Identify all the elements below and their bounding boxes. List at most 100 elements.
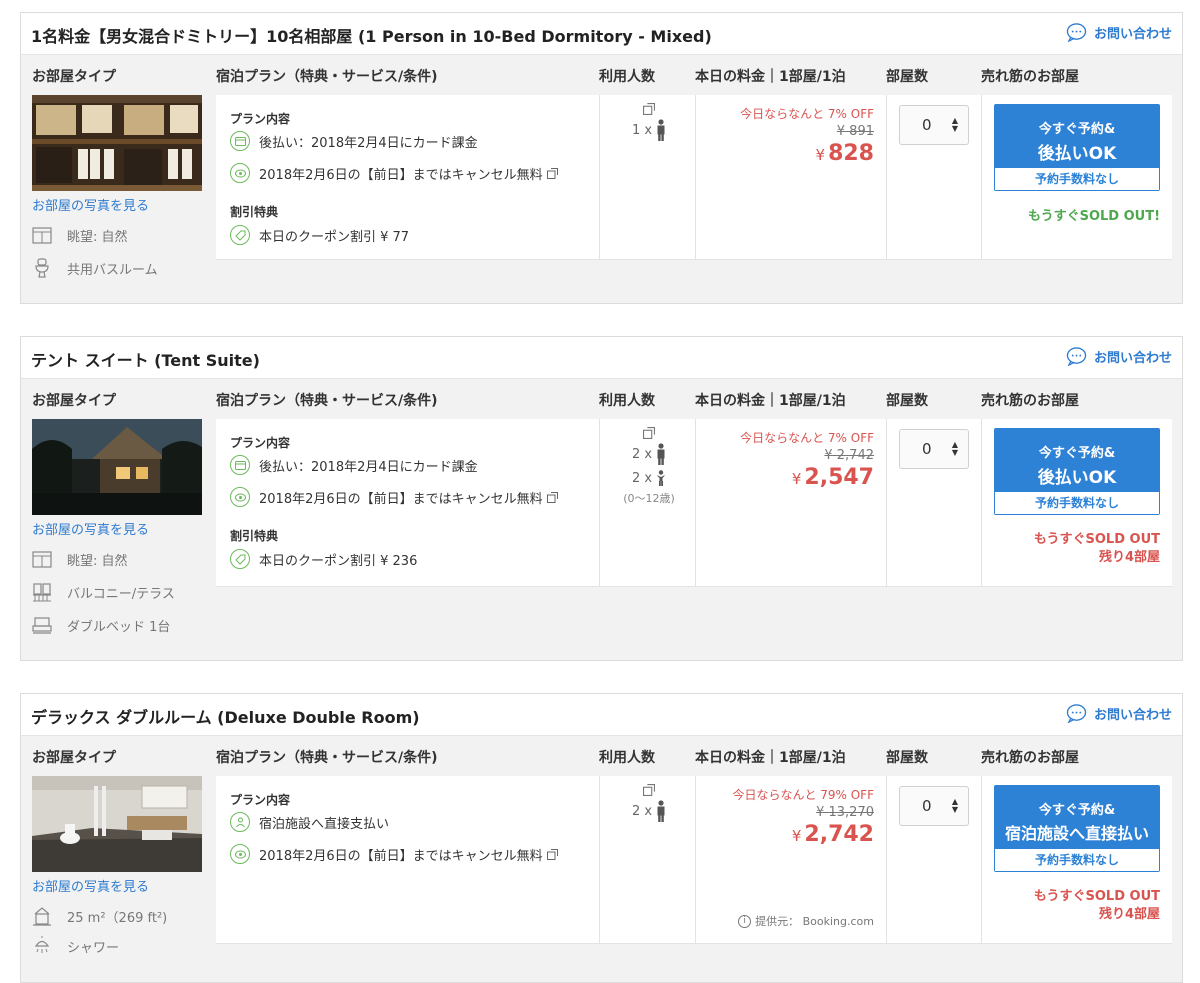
area-icon — [33, 907, 51, 926]
price-cell: 今日ならなんと 7% OFF ¥ 891 ¥828 — [698, 105, 889, 166]
rooms-left: 残り4部屋 — [1098, 550, 1160, 565]
room-title: デラックス ダブルルーム (Deluxe Double Room) — [31, 708, 420, 727]
current-price: ¥2,547 — [791, 465, 874, 490]
external-link-icon[interactable] — [546, 167, 558, 179]
child-person-icon — [657, 470, 666, 486]
discount-heading: 割引特典 — [230, 205, 279, 219]
discount-text: 今日ならなんと 7% OFF — [740, 107, 874, 121]
contact-label: お問い合わせ — [1093, 351, 1172, 366]
book-now-button[interactable]: 今すぐ予約& 後払いOK 予約手数料なし — [994, 428, 1160, 515]
book-now-button[interactable]: 今すぐ予約& 宿泊施設へ直接払い 予約手数料なし — [994, 785, 1160, 872]
contact-link[interactable]: お問い合わせ — [1066, 704, 1172, 723]
feature-bathroom: 共用バスルーム — [32, 258, 158, 278]
feature-label: 25 m²（269 ft²) — [67, 910, 168, 926]
plan-heading: プラン内容 — [230, 436, 291, 450]
original-price: ¥ 2,742 — [824, 448, 874, 463]
window-icon — [32, 227, 52, 244]
feature-label: シャワー — [67, 940, 120, 956]
discount-text: 今日ならなんと 7% OFF — [740, 431, 874, 445]
chat-bubble-icon — [1066, 704, 1087, 723]
room-header: テント スイート (Tent Suite) お問い合わせ — [21, 337, 1182, 379]
price-cell: 今日ならなんと 7% OFF ¥ 2,742 ¥2,547 — [698, 429, 889, 490]
plan-box: プラン内容 後払い：2018年2月4日にカード課金 2018年2月6日の【前日】… — [216, 419, 1172, 587]
price-cell: 今日ならなんと 79% OFF ¥ 13,270 ¥2,742 — [698, 786, 889, 847]
toilet-icon — [35, 258, 49, 278]
adult-person-icon — [657, 443, 665, 465]
feature-view: 眺望: 自然 — [32, 225, 128, 245]
plan-line-cancel: 2018年2月6日の【前日】まではキャンセル無料 — [230, 487, 558, 507]
discount-text: 今日ならなんと 79% OFF — [732, 788, 874, 802]
plan-line-cancel: 2018年2月6日の【前日】まではキャンセル無料 — [230, 844, 558, 864]
room-quantity-select[interactable]: 0 ▲ ▼ — [899, 786, 969, 826]
cancel-free-icon — [230, 163, 250, 183]
feature-area: 25 m²（269 ft²) — [32, 906, 167, 926]
select-arrows-icon: ▲ ▼ — [951, 116, 958, 133]
adult-person-icon — [657, 800, 665, 822]
room-header: 1名料金【男女混合ドミトリー】10名相部屋 (1 Person in 10-Be… — [21, 13, 1182, 55]
room-photo[interactable] — [32, 776, 202, 872]
plan-line-payment: 後払い：2018年2月4日にカード課金 — [230, 455, 478, 475]
status-badge: もうすぐSOLD OUT! — [1027, 209, 1160, 224]
plan-line-cancel: 2018年2月6日の【前日】まではキャンセル無料 — [230, 163, 558, 183]
coupon-tag-icon — [230, 225, 250, 245]
col-head-room-type: お部屋タイプ — [32, 69, 116, 85]
external-link-icon[interactable] — [643, 103, 655, 115]
external-link-icon[interactable] — [546, 491, 558, 503]
col-head-bestseller: 売れ筋のお部屋 — [981, 750, 1079, 766]
col-head-price: 本日の料金｜1部屋/1泊 — [695, 69, 846, 85]
col-head-price: 本日の料金｜1部屋/1泊 — [695, 750, 846, 766]
plan-line-coupon: 本日のクーポン割引 ¥ 236 — [230, 549, 417, 569]
guest-adults: 2 x — [601, 799, 697, 823]
feature-label: バルコニー/テラス — [67, 586, 175, 602]
plan-box: プラン内容 宿泊施設へ直接支払い 2018年2月6日の【前日】まではキャンセル無… — [216, 776, 1172, 944]
provider-note: i 提供元： Booking.com — [698, 913, 889, 929]
no-booking-fee-label: 予約手数料なし — [995, 168, 1159, 190]
col-head-room-type: お部屋タイプ — [32, 393, 116, 409]
book-now-button[interactable]: 今すぐ予約& 後払いOK 予約手数料なし — [994, 104, 1160, 191]
plan-line-payment: 宿泊施設へ直接支払い — [230, 812, 389, 832]
col-head-guests: 利用人数 — [599, 69, 655, 85]
col-head-rooms: 部屋数 — [886, 69, 928, 85]
room-card-tent-suite: テント スイート (Tent Suite) お問い合わせ お部屋タイプ 宿泊プラ… — [20, 336, 1183, 661]
col-head-price: 本日の料金｜1部屋/1泊 — [695, 393, 846, 409]
external-link-icon[interactable] — [546, 848, 558, 860]
view-photos-link[interactable]: お部屋の写真を見る — [32, 876, 149, 895]
room-quantity-select[interactable]: 0 ▲ ▼ — [899, 429, 969, 469]
room-photo[interactable] — [32, 95, 202, 191]
external-link-icon[interactable] — [643, 427, 655, 439]
current-price: ¥2,742 — [791, 822, 874, 847]
guest-adults: 2 x — [601, 442, 697, 466]
no-booking-fee-label: 予約手数料なし — [995, 492, 1159, 514]
card-icon — [230, 455, 250, 475]
chat-bubble-icon — [1066, 347, 1087, 366]
plan-line-payment: 後払い：2018年2月4日にカード課金 — [230, 131, 478, 151]
view-photos-link[interactable]: お部屋の写真を見る — [32, 195, 149, 214]
feature-label: ダブルベッド 1台 — [67, 619, 171, 635]
room-card-deluxe-double: デラックス ダブルルーム (Deluxe Double Room) お問い合わせ… — [20, 693, 1183, 983]
view-photos-link[interactable]: お部屋の写真を見る — [32, 519, 149, 538]
room-title: テント スイート (Tent Suite) — [31, 351, 260, 370]
balcony-icon — [33, 583, 51, 602]
discount-heading: 割引特典 — [230, 529, 279, 543]
col-head-plan: 宿泊プラン（特典・サービス/条件) — [216, 393, 438, 409]
room-header: デラックス ダブルルーム (Deluxe Double Room) お問い合わせ — [21, 694, 1182, 736]
contact-link[interactable]: お問い合わせ — [1066, 347, 1172, 366]
current-price: ¥828 — [815, 141, 874, 166]
room-card-dormitory: 1名料金【男女混合ドミトリー】10名相部屋 (1 Person in 10-Be… — [20, 12, 1183, 304]
feature-label: 眺望: 自然 — [67, 229, 128, 245]
external-link-icon[interactable] — [643, 784, 655, 796]
no-booking-fee-label: 予約手数料なし — [995, 849, 1159, 871]
window-icon — [32, 551, 52, 568]
info-icon: i — [738, 914, 752, 928]
status-badge: もうすぐSOLD OUT 残り4部屋 — [994, 531, 1160, 567]
room-quantity-select[interactable]: 0 ▲ ▼ — [899, 105, 969, 145]
room-photo[interactable] — [32, 419, 202, 515]
contact-label: お問い合わせ — [1093, 27, 1172, 42]
contact-link[interactable]: お問い合わせ — [1066, 23, 1172, 42]
col-head-plan: 宿泊プラン（特典・サービス/条件) — [216, 750, 438, 766]
guest-adults: 1 x — [601, 118, 697, 142]
bed-icon — [32, 617, 52, 634]
select-arrows-icon: ▲ ▼ — [951, 797, 958, 814]
feature-label: 眺望: 自然 — [67, 553, 128, 569]
col-head-rooms: 部屋数 — [886, 393, 928, 409]
